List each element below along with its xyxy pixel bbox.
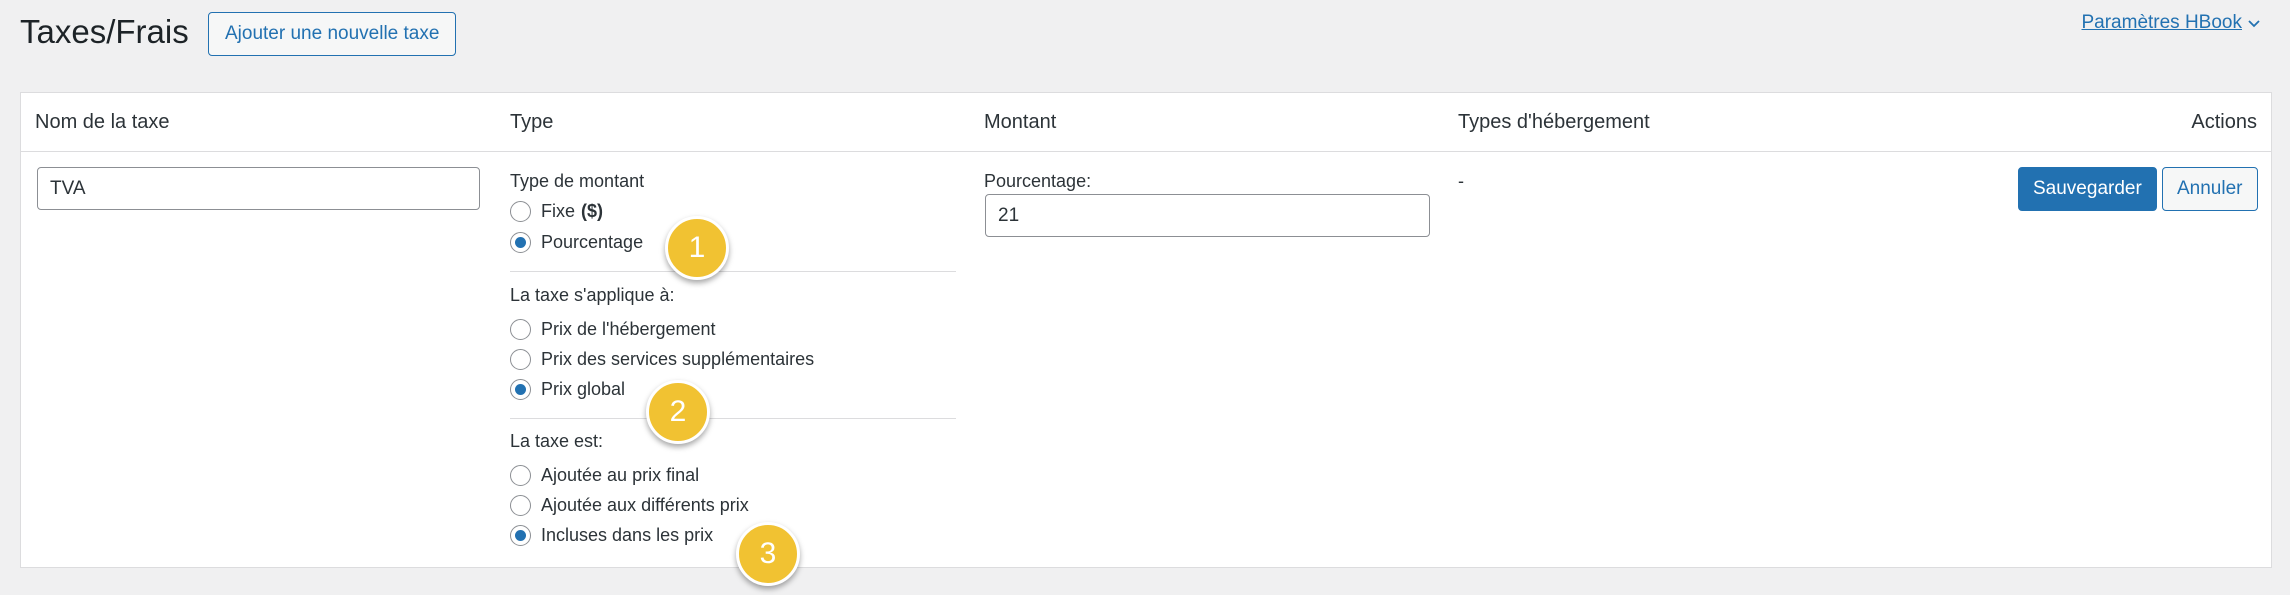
- column-header-amount: Montant: [984, 111, 1057, 133]
- column-header-actions: Actions: [2191, 111, 2257, 133]
- chevron-down-icon: [2248, 20, 2260, 28]
- taxes-table: Nom de la taxe Type Montant Types d'hébe…: [20, 92, 2272, 568]
- amount-type-label: Type de montant: [510, 171, 645, 191]
- radio-fixed[interactable]: Fixe ($): [510, 201, 603, 222]
- tax-name-input[interactable]: [37, 167, 480, 210]
- radio-added-final-price-control[interactable]: [510, 465, 531, 486]
- radio-global-price-control[interactable]: [510, 379, 531, 400]
- radio-added-different-prices-control[interactable]: [510, 495, 531, 516]
- percentage-input[interactable]: [985, 194, 1430, 237]
- cancel-button[interactable]: Annuler: [2162, 167, 2258, 211]
- column-header-type: Type: [510, 111, 554, 133]
- radio-extra-services-price-control[interactable]: [510, 349, 531, 370]
- column-header-accommodation-types: Types d'hébergement: [1458, 111, 1650, 133]
- applies-to-label: La taxe s'applique à:: [510, 285, 675, 305]
- radio-fixed-suffix: ($): [581, 201, 604, 221]
- radio-global-price-label: Prix global: [541, 379, 626, 399]
- section-divider: [510, 418, 956, 419]
- radio-included-in-prices-label: Incluses dans les prix: [541, 525, 714, 545]
- radio-added-different-prices[interactable]: Ajoutée aux différents prix: [510, 495, 749, 516]
- radio-accommodation-price-label: Prix de l'hébergement: [541, 319, 716, 339]
- radio-fixed-control[interactable]: [510, 201, 531, 222]
- radio-global-price[interactable]: Prix global: [510, 379, 625, 400]
- radio-accommodation-price-control[interactable]: [510, 319, 531, 340]
- radio-percentage-label: Pourcentage: [541, 232, 644, 252]
- radio-accommodation-price[interactable]: Prix de l'hébergement: [510, 319, 716, 340]
- column-header-name: Nom de la taxe: [35, 111, 170, 133]
- annotation-badge-1: 1: [665, 216, 729, 280]
- radio-extra-services-price[interactable]: Prix des services supplémentaires: [510, 349, 814, 370]
- radio-added-final-price[interactable]: Ajoutée au prix final: [510, 465, 699, 486]
- settings-link[interactable]: Paramètres HBook: [2081, 12, 2260, 34]
- page-title: Taxes/Frais: [20, 13, 189, 50]
- radio-added-final-price-label: Ajoutée au prix final: [541, 465, 700, 485]
- add-tax-button[interactable]: Ajouter une nouvelle taxe: [208, 12, 457, 56]
- radio-included-in-prices-control[interactable]: [510, 525, 531, 546]
- radio-percentage[interactable]: Pourcentage: [510, 232, 643, 253]
- radio-included-in-prices[interactable]: Incluses dans les prix: [510, 525, 713, 546]
- annotation-badge-3: 3: [736, 522, 800, 586]
- section-divider: [510, 271, 956, 272]
- radio-fixed-label: Fixe: [541, 201, 576, 221]
- percentage-label: Pourcentage:: [984, 171, 1092, 191]
- save-button[interactable]: Sauvegarder: [2018, 167, 2157, 211]
- settings-link-label: Paramètres HBook: [2081, 12, 2242, 33]
- annotation-badge-2: 2: [646, 380, 710, 444]
- header-divider: [21, 151, 2271, 152]
- radio-extra-services-price-label: Prix des services supplémentaires: [541, 349, 815, 369]
- accommodation-types-value: -: [1458, 171, 1464, 191]
- radio-added-different-prices-label: Ajoutée aux différents prix: [541, 495, 749, 515]
- tax-is-label: La taxe est:: [510, 431, 604, 451]
- radio-percentage-control[interactable]: [510, 232, 531, 253]
